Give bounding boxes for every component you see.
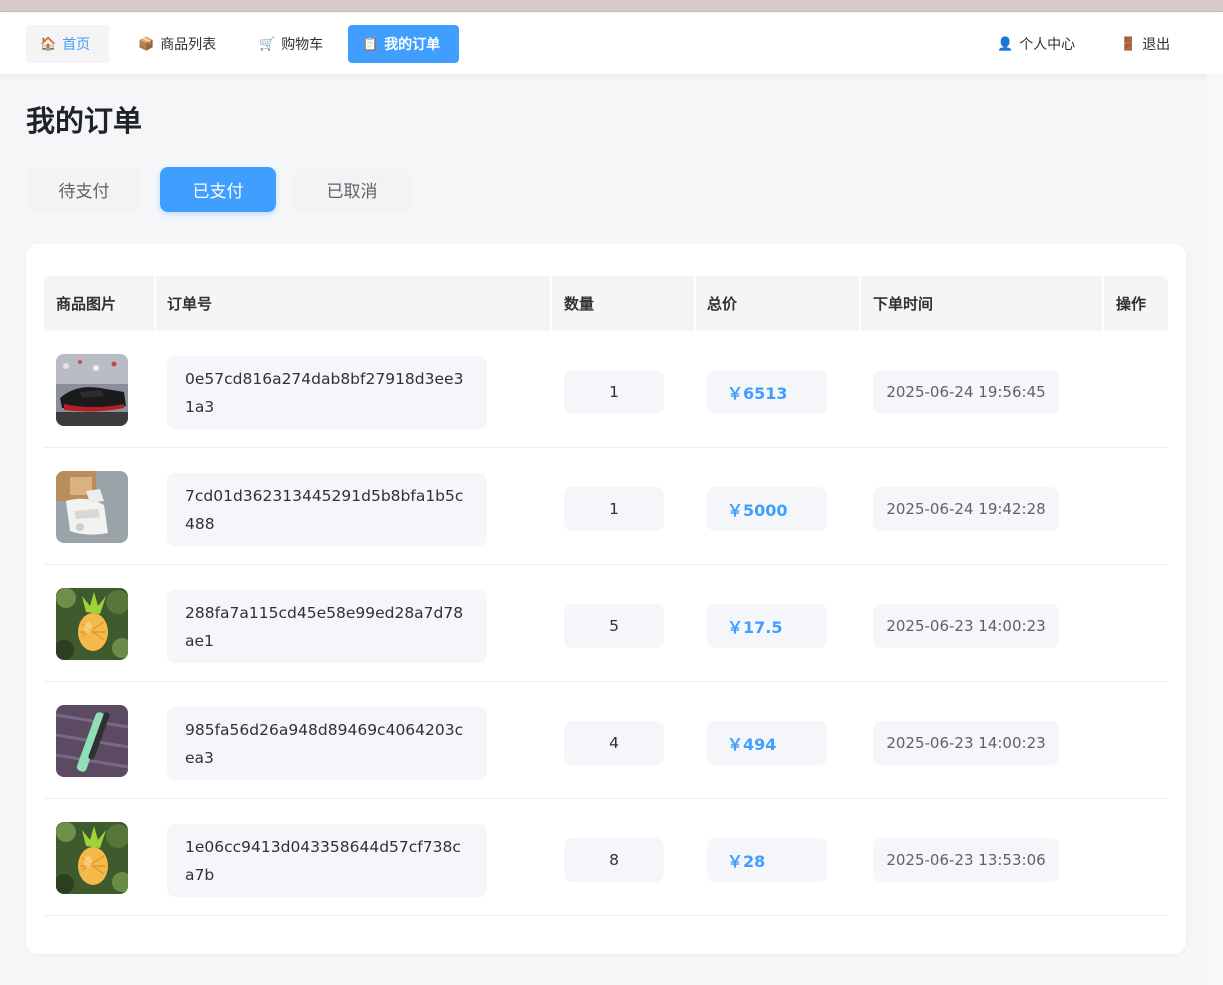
order-number: 0e57cd816a274dab8bf27918d3ee31a3: [167, 356, 487, 429]
column-divider: [859, 276, 861, 331]
order-time: 2025-06-24 19:42:28: [873, 487, 1059, 531]
page-title: 我的订单: [26, 104, 143, 138]
nav-user-center[interactable]: 👤 个人中心: [983, 25, 1089, 63]
column-divider: [550, 276, 552, 331]
tab-pending-payment[interactable]: 待支付: [26, 167, 142, 212]
order-quantity: 5: [564, 604, 664, 648]
product-image-white-sneaker: [56, 471, 128, 543]
table-row: 985fa56d26a948d89469c4064203cea3 4 ￥494 …: [44, 682, 1168, 799]
table-row: 7cd01d362313445291d5b8bfa1b5c488 1 ￥5000…: [44, 448, 1168, 565]
tab-cancelled[interactable]: 已取消: [294, 167, 410, 212]
table-row: 0e57cd816a274dab8bf27918d3ee31a3 1 ￥6513…: [44, 331, 1168, 448]
nav-home[interactable]: 🏠 首页: [26, 25, 109, 63]
order-time: 2025-06-24 19:56:45: [873, 370, 1059, 414]
header-quantity: 数量: [564, 295, 595, 313]
header-product-image: 商品图片: [56, 295, 117, 313]
product-image-green-pen: [56, 705, 128, 777]
order-total-price: ￥6513: [707, 370, 827, 414]
order-quantity: 1: [564, 370, 664, 414]
orders-card: 商品图片 订单号 数量 总价 下单时间 操作 0e57cd816a274dab8…: [26, 244, 1186, 954]
door-icon: 🚪: [1120, 36, 1137, 52]
nav-cart-label: 购物车: [281, 37, 324, 53]
order-total-price: ￥28: [707, 838, 827, 882]
cart-icon: 🛒: [259, 36, 276, 52]
nav-user-label: 个人中心: [1019, 37, 1076, 53]
product-image-black-sneaker: [56, 354, 128, 426]
order-time: 2025-06-23 14:00:23: [873, 721, 1059, 765]
order-total-price: ￥494: [707, 721, 827, 765]
order-number: 985fa56d26a948d89469c4064203cea3: [167, 707, 487, 780]
top-navbar: 🏠 首页 📦 商品列表 🛒 购物车 📋 我的订单 👤 个人中心 🚪 退出: [0, 13, 1223, 74]
column-divider: [694, 276, 696, 331]
column-divider: [1102, 276, 1104, 331]
nav-orders[interactable]: 📋 我的订单: [348, 25, 459, 63]
order-quantity: 4: [564, 721, 664, 765]
header-total-price: 总价: [707, 295, 738, 313]
order-number: 1e06cc9413d043358644d57cf738ca7b: [167, 824, 487, 897]
order-number: 288fa7a115cd45e58e99ed28a7d78ae1: [167, 590, 487, 663]
order-time: 2025-06-23 14:00:23: [873, 604, 1059, 648]
nav-orders-label: 我的订单: [384, 37, 441, 53]
order-quantity: 8: [564, 838, 664, 882]
header-actions: 操作: [1116, 295, 1147, 313]
nav-cart[interactable]: 🛒 购物车: [245, 25, 337, 63]
nav-products-label: 商品列表: [160, 37, 217, 53]
order-total-price: ￥17.5: [707, 604, 827, 648]
header-order-time: 下单时间: [873, 295, 934, 313]
nav-logout[interactable]: 🚪 退出: [1106, 25, 1184, 63]
product-image-pineapple-toy: [56, 588, 128, 660]
tab-paid[interactable]: 已支付: [160, 167, 276, 212]
table-header: 商品图片 订单号 数量 总价 下单时间 操作: [44, 276, 1168, 331]
order-quantity: 1: [564, 487, 664, 531]
table-row: 1e06cc9413d043358644d57cf738ca7b 8 ￥28 2…: [44, 799, 1168, 916]
order-number: 7cd01d362313445291d5b8bfa1b5c488: [167, 473, 487, 546]
house-icon: 🏠: [40, 36, 57, 52]
page-side-strip: [1207, 74, 1223, 985]
nav-logout-label: 退出: [1142, 37, 1171, 53]
product-image-pineapple-toy: [56, 822, 128, 894]
nav-home-label: 首页: [62, 37, 91, 53]
header-order-no: 订单号: [167, 295, 213, 313]
column-divider: [154, 276, 156, 331]
order-time: 2025-06-23 13:53:06: [873, 838, 1059, 882]
browser-top-strip: [0, 0, 1223, 12]
package-icon: 📦: [138, 36, 155, 52]
table-row: 288fa7a115cd45e58e99ed28a7d78ae1 5 ￥17.5…: [44, 565, 1168, 682]
user-icon: 👤: [997, 36, 1014, 52]
clipboard-icon: 📋: [362, 36, 379, 52]
nav-products[interactable]: 📦 商品列表: [124, 25, 230, 63]
order-total-price: ￥5000: [707, 487, 827, 531]
